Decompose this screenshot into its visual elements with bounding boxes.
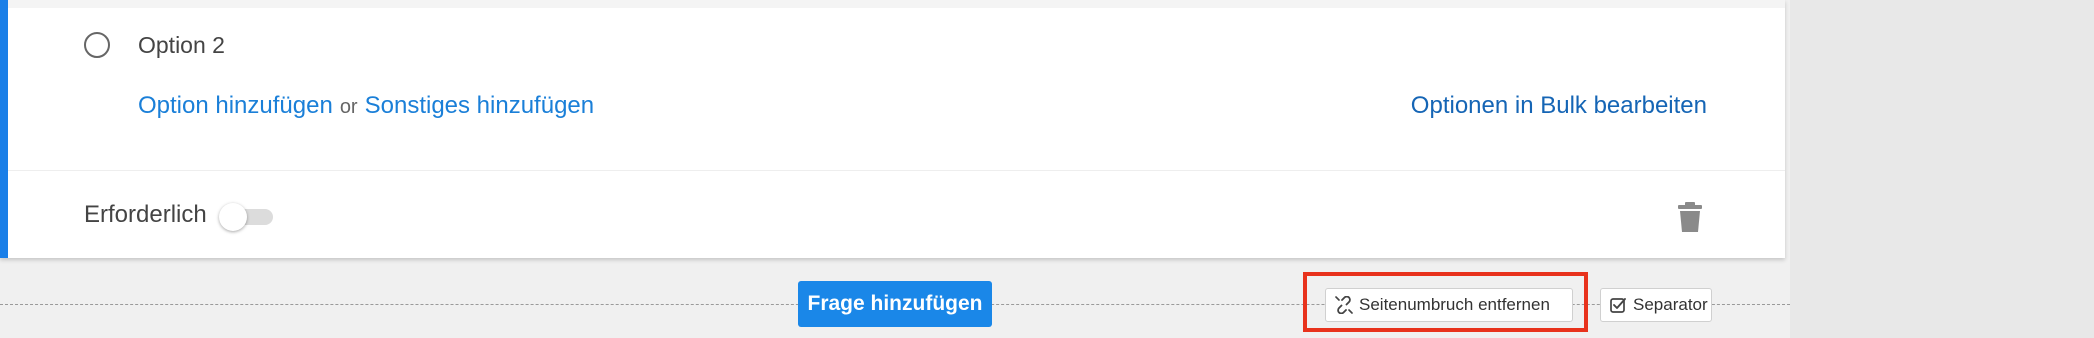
trash-icon[interactable] <box>1677 202 1703 232</box>
page: Option 2 Option hinzufügen or Sonstiges … <box>0 0 2094 338</box>
card-accent-bar <box>0 0 8 258</box>
bulk-edit-link[interactable]: Optionen in Bulk bearbeiten <box>1411 92 1707 120</box>
required-toggle[interactable] <box>218 200 275 231</box>
or-text: or <box>339 96 358 118</box>
separator-label: Separator <box>1633 295 1708 314</box>
add-option-links: Option hinzufügen or Sonstiges hinzufüge… <box>138 92 594 120</box>
highlight-box <box>1303 272 1588 332</box>
add-question-button[interactable]: Frage hinzufügen <box>798 281 992 327</box>
radio-button[interactable] <box>84 32 110 58</box>
option-label[interactable]: Option 2 <box>138 32 225 59</box>
add-other-link[interactable]: Sonstiges hinzufügen <box>365 92 595 120</box>
separator-button[interactable]: Separator <box>1600 288 1712 322</box>
add-option-link[interactable]: Option hinzufügen <box>138 92 333 120</box>
option-row: Option 2 <box>84 28 225 62</box>
required-row: Erforderlich <box>84 200 275 231</box>
checkbox-icon <box>1610 297 1626 313</box>
toggle-knob <box>218 203 247 231</box>
right-panel <box>1790 0 2094 338</box>
card-top-strip <box>8 0 1785 8</box>
divider <box>8 170 1785 171</box>
question-card: Option 2 Option hinzufügen or Sonstiges … <box>0 0 1785 258</box>
required-label: Erforderlich <box>84 201 207 228</box>
